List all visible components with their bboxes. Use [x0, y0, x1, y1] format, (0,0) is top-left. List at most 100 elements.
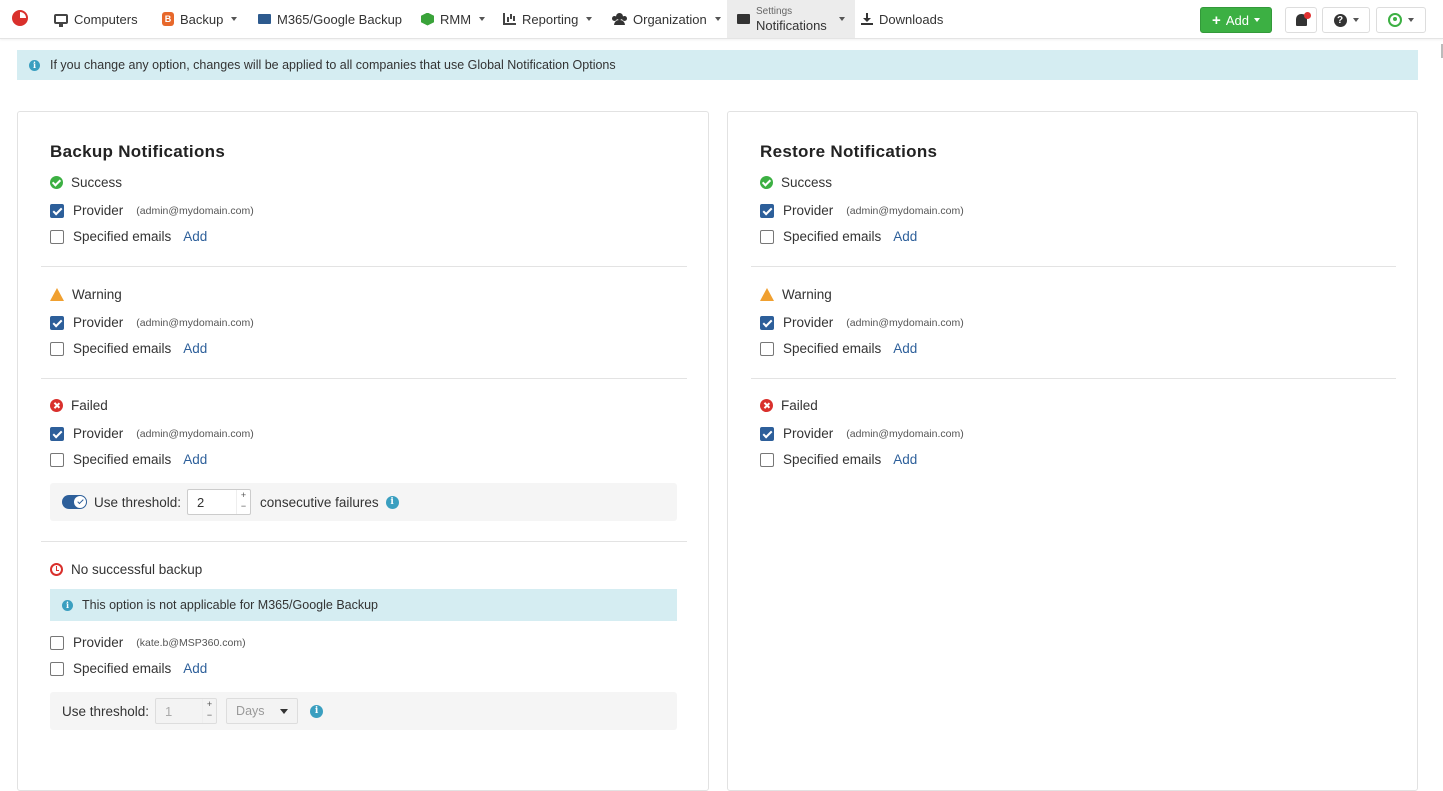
stepper-arrows[interactable]: + − — [236, 490, 250, 514]
nav-notifications-label: Notifications — [756, 18, 827, 33]
note-text: This option is not applicable for M365/G… — [82, 598, 379, 612]
backup-warning-heading: Warning — [50, 287, 122, 302]
rmm-icon — [421, 12, 434, 26]
nav-computers[interactable]: Computers — [54, 0, 138, 38]
add-email-link[interactable]: Add — [183, 341, 207, 356]
threshold-value: 1 — [165, 703, 173, 719]
restore-warning-heading: Warning — [760, 287, 832, 302]
provider-checkbox[interactable] — [760, 203, 774, 218]
divider — [41, 378, 687, 379]
chevron-down-icon — [280, 708, 289, 714]
restore-panel-title: Restore Notifications — [760, 142, 938, 161]
specified-emails-checkbox[interactable] — [50, 341, 64, 356]
nav-organization-label: Organization — [633, 11, 707, 27]
success-icon — [760, 176, 773, 189]
nav-reporting[interactable]: Reporting — [503, 0, 593, 38]
specified-emails-checkbox[interactable] — [50, 452, 64, 467]
info-icon: i — [62, 599, 73, 611]
provider-email: (admin@mydomain.com) — [136, 316, 254, 329]
nav-downloads[interactable]: Downloads — [861, 0, 943, 38]
chevron-down-icon — [1408, 18, 1414, 22]
nav-settings-notifications[interactable]: Settings Notifications — [727, 0, 855, 38]
add-email-link[interactable]: Add — [893, 452, 917, 467]
nav-organization[interactable]: Organization — [612, 0, 721, 38]
help-button[interactable]: ? — [1322, 7, 1370, 33]
specified-emails-label: Specified emails — [73, 229, 172, 244]
provider-label: Provider — [73, 203, 124, 218]
provider-label: Provider — [783, 426, 834, 441]
user-icon — [1388, 13, 1402, 27]
warning-icon — [760, 288, 774, 301]
backup-warning-specified-row: Specified emails Add — [50, 341, 207, 356]
failed-label: Failed — [71, 398, 108, 413]
provider-checkbox[interactable] — [50, 426, 64, 441]
nav-rmm[interactable]: RMM — [421, 0, 486, 38]
threshold-stepper[interactable]: 2 + − — [187, 489, 252, 515]
warning-label: Warning — [72, 287, 122, 302]
provider-checkbox[interactable] — [50, 635, 64, 650]
add-email-link[interactable]: Add — [183, 452, 207, 467]
unit-value: Days — [236, 704, 265, 718]
add-email-link[interactable]: Add — [893, 229, 917, 244]
specified-emails-label: Specified emails — [73, 341, 172, 356]
user-menu-button[interactable] — [1376, 7, 1426, 33]
specified-emails-label: Specified emails — [73, 661, 172, 676]
no-success-provider-row: Provider (kate.b@MSP360.com) — [50, 635, 246, 650]
add-email-link[interactable]: Add — [893, 341, 917, 356]
users-icon — [612, 13, 627, 25]
specified-emails-label: Specified emails — [73, 452, 172, 467]
info-icon[interactable]: i — [310, 704, 324, 718]
failed-icon — [760, 399, 773, 412]
app-logo[interactable] — [12, 10, 28, 26]
provider-checkbox[interactable] — [50, 203, 64, 218]
no-success-specified-row: Specified emails Add — [50, 661, 207, 676]
threshold-stepper[interactable]: 1 + − — [155, 698, 218, 724]
backup-warning-provider-row: Provider (admin@mydomain.com) — [50, 315, 254, 330]
chevron-down-icon — [1253, 18, 1260, 22]
unit-select[interactable]: Days — [226, 698, 299, 724]
global-options-alert: i If you change any option, changes will… — [17, 50, 1418, 80]
restore-success-provider-row: Provider (admin@mydomain.com) — [760, 203, 964, 218]
specified-emails-label: Specified emails — [783, 229, 882, 244]
success-icon — [50, 176, 63, 189]
provider-checkbox[interactable] — [50, 315, 64, 330]
no-success-threshold-box: Use threshold: 1 + − Days i — [50, 692, 677, 730]
specified-emails-checkbox[interactable] — [50, 229, 64, 244]
chevron-down-icon — [231, 17, 238, 21]
failed-icon — [50, 399, 63, 412]
question-icon: ? — [1333, 13, 1347, 27]
notifications-bell-button[interactable] — [1285, 7, 1317, 33]
specified-emails-checkbox[interactable] — [50, 661, 64, 676]
provider-email: (kate.b@MSP360.com) — [136, 636, 246, 649]
specified-emails-checkbox[interactable] — [760, 452, 774, 467]
add-button-label: Add — [1225, 12, 1249, 28]
restore-warning-provider-row: Provider (admin@mydomain.com) — [760, 315, 964, 330]
specified-emails-checkbox[interactable] — [760, 229, 774, 244]
failed-threshold-box: Use threshold: 2 + − consecutive failures… — [50, 483, 677, 521]
m365-not-applicable-alert: i This option is not applicable for M365… — [50, 589, 677, 621]
threshold-toggle[interactable] — [62, 495, 87, 509]
add-email-link[interactable]: Add — [183, 661, 207, 676]
warning-icon — [50, 288, 64, 301]
threshold-label: Use threshold: — [94, 494, 182, 510]
nav-backup[interactable]: B Backup — [162, 0, 238, 38]
backup-failed-specified-row: Specified emails Add — [50, 452, 207, 467]
nav-downloads-label: Downloads — [879, 11, 944, 27]
info-icon[interactable]: i — [385, 495, 399, 509]
provider-checkbox[interactable] — [760, 315, 774, 330]
provider-checkbox[interactable] — [760, 426, 774, 441]
no-success-heading: No successful backup — [50, 562, 202, 577]
no-success-label: No successful backup — [71, 562, 203, 577]
specified-emails-checkbox[interactable] — [760, 341, 774, 356]
add-button[interactable]: + Add — [1200, 7, 1272, 33]
threshold-suffix: consecutive failures — [260, 494, 379, 510]
stepper-arrows[interactable]: + − — [202, 699, 216, 723]
threshold-value: 2 — [197, 494, 205, 510]
clock-icon — [50, 563, 63, 576]
add-email-link[interactable]: Add — [183, 229, 207, 244]
provider-label: Provider — [783, 315, 834, 330]
nav-m365-google-backup[interactable]: M365/Google Backup — [258, 0, 402, 38]
envelope-icon — [737, 14, 750, 24]
divider — [41, 541, 687, 542]
chevron-down-icon — [479, 17, 486, 21]
